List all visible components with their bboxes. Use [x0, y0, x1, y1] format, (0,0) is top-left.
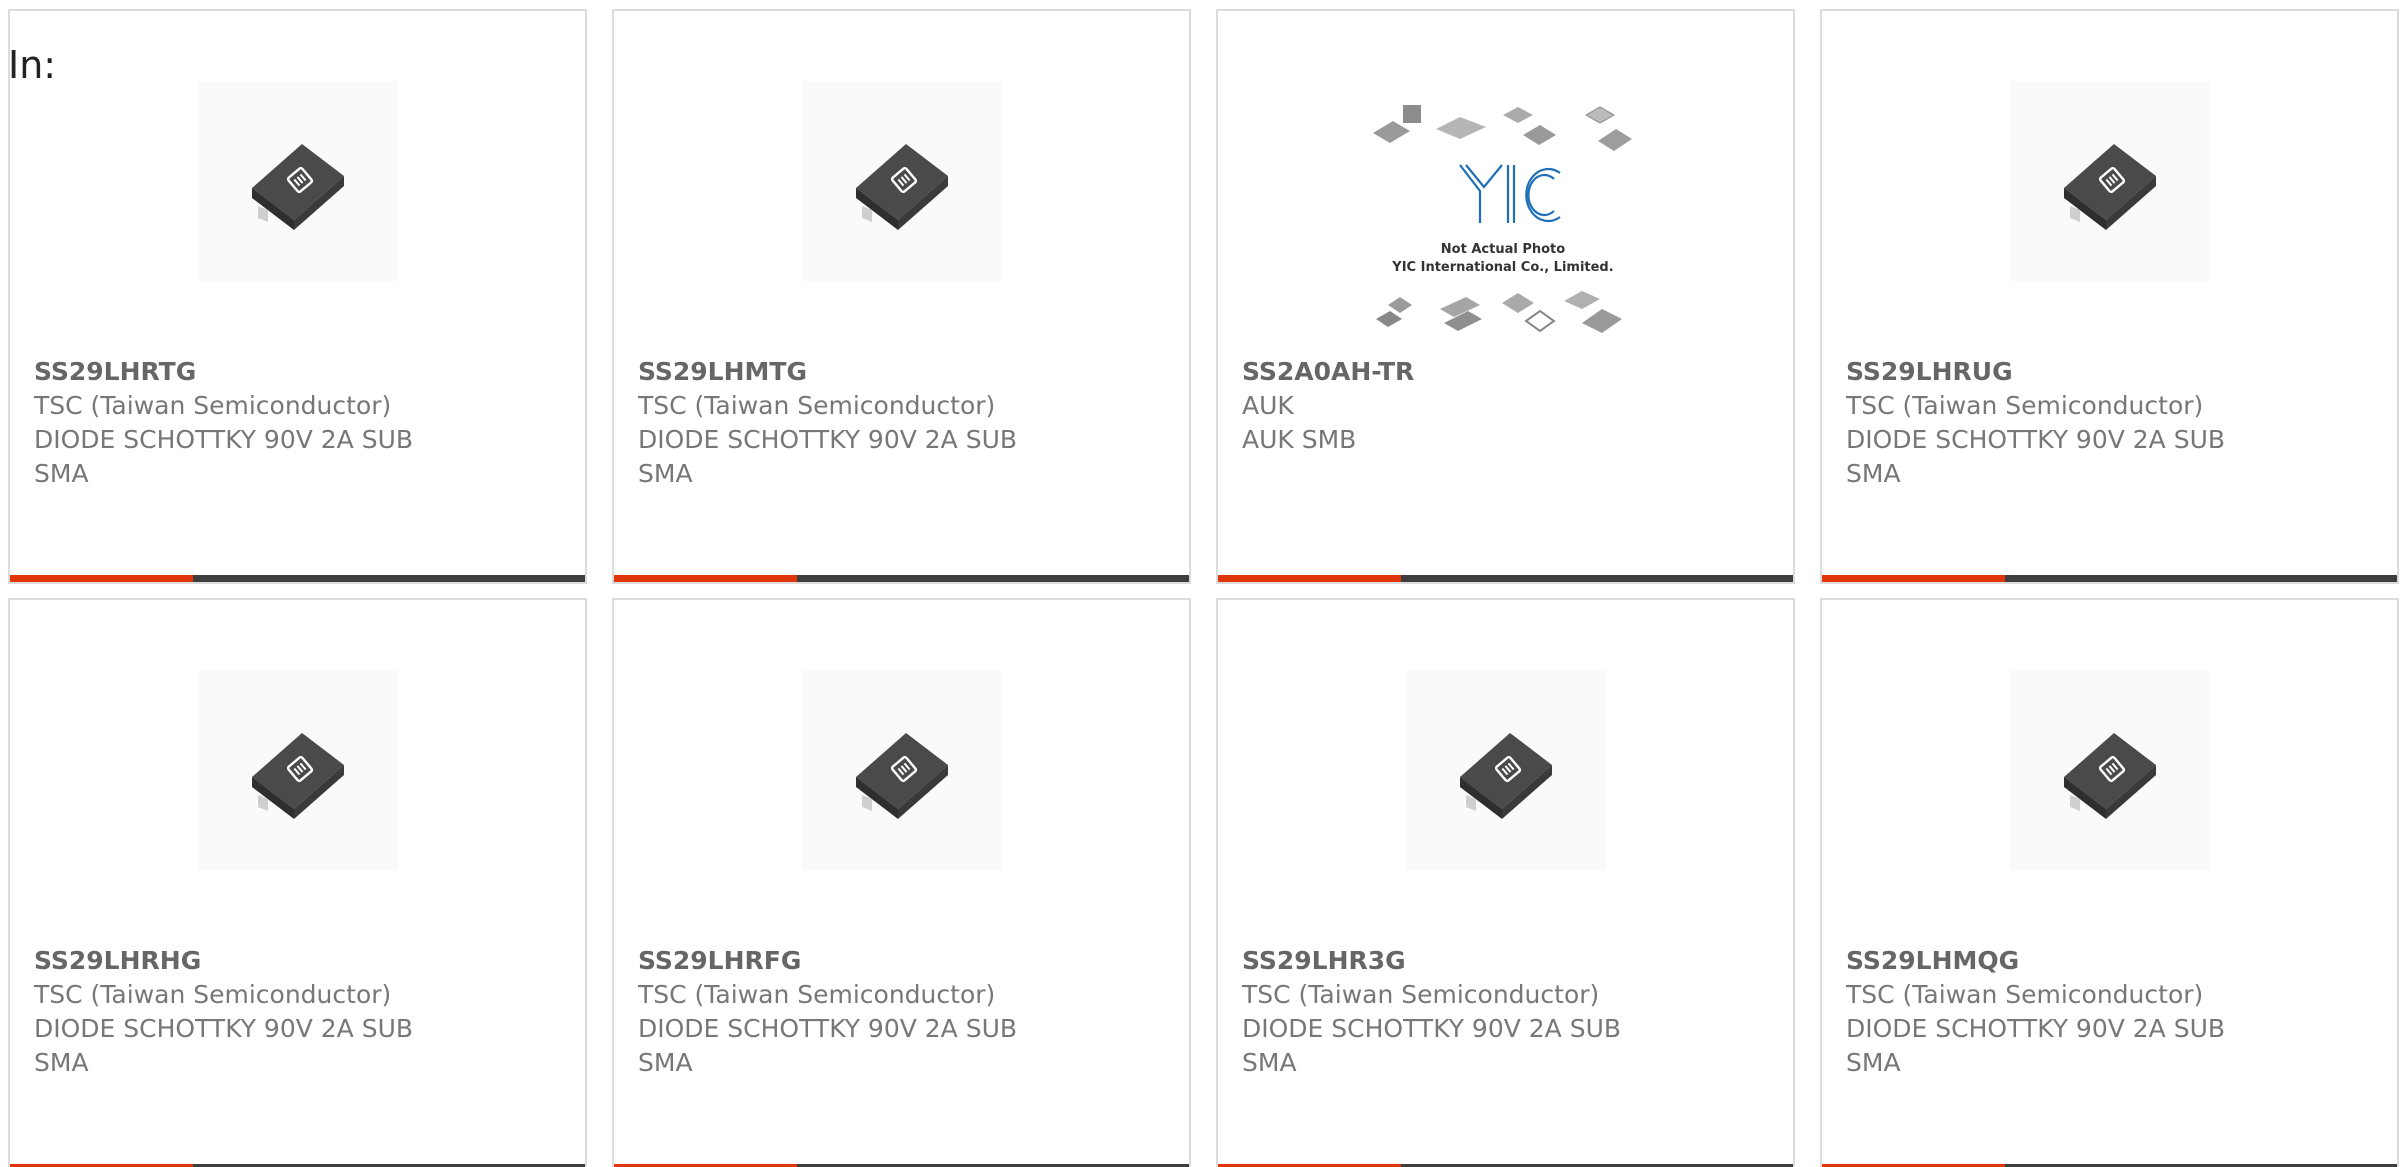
product-description: DIODE SCHOTTKY 90V 2A SUB SMA	[638, 1014, 1018, 1077]
manufacturer-name: TSC (Taiwan Semiconductor)	[638, 980, 996, 1009]
product-info: SS29LHMTG TSC (Taiwan Semiconductor) DIO…	[638, 355, 1169, 491]
product-image[interactable]	[1406, 670, 1606, 870]
product-info: SS29LHRTG TSC (Taiwan Semiconductor) DIO…	[34, 355, 565, 491]
part-number-link[interactable]: SS29LHMTG	[638, 355, 1169, 389]
card-footer-bar	[614, 575, 1189, 582]
product-description: DIODE SCHOTTKY 90V 2A SUB SMA	[1846, 425, 2226, 488]
product-image[interactable]	[2010, 81, 2210, 281]
card-footer-bar	[1822, 575, 2397, 582]
diode-package-icon	[252, 733, 344, 819]
product-description: DIODE SCHOTTKY 90V 2A SUB SMA	[638, 425, 1018, 488]
yic-logo	[1459, 164, 1561, 223]
part-number-link[interactable]: SS29LHRUG	[1846, 355, 2377, 389]
product-info: SS2A0AH-TR AUK AUK SMB	[1242, 355, 1773, 457]
product-image[interactable]	[198, 81, 398, 281]
manufacturer-name: TSC (Taiwan Semiconductor)	[638, 391, 996, 420]
svg-text:YIC International Co., Limited: YIC International Co., Limited.	[1391, 260, 1613, 275]
part-number-link[interactable]: SS2A0AH-TR	[1242, 355, 1773, 389]
diode-package-icon	[252, 144, 344, 230]
product-card[interactable]: SS29LHR3G TSC (Taiwan Semiconductor) DIO…	[1216, 598, 1795, 1167]
product-grid: SS29LHRTG TSC (Taiwan Semiconductor) DIO…	[8, 9, 2399, 1167]
product-description: DIODE SCHOTTKY 90V 2A SUB SMA	[34, 1014, 414, 1077]
product-card[interactable]: SS29LHMQG TSC (Taiwan Semiconductor) DIO…	[1820, 598, 2399, 1167]
manufacturer-name: AUK	[1242, 391, 1294, 420]
part-number-link[interactable]: SS29LHR3G	[1242, 944, 1773, 978]
part-number-link[interactable]: SS29LHRTG	[34, 355, 565, 389]
filter-label: In:	[8, 43, 57, 87]
manufacturer-name: TSC (Taiwan Semiconductor)	[1846, 980, 2204, 1009]
card-footer-accent	[10, 575, 193, 582]
card-footer-bar	[10, 575, 585, 582]
diode-package-icon	[2064, 144, 2156, 230]
product-card[interactable]: SS29LHRHG TSC (Taiwan Semiconductor) DIO…	[8, 598, 587, 1167]
product-card[interactable]: SS29LHMTG TSC (Taiwan Semiconductor) DIO…	[612, 9, 1191, 584]
part-number-link[interactable]: SS29LHRFG	[638, 944, 1169, 978]
product-listing-page: SS29LHRTG TSC (Taiwan Semiconductor) DIO…	[0, 0, 2403, 1167]
product-description: DIODE SCHOTTKY 90V 2A SUB SMA	[1846, 1014, 2226, 1077]
card-footer-bar	[1218, 575, 1793, 582]
diode-package-icon	[856, 144, 948, 230]
product-info: SS29LHRHG TSC (Taiwan Semiconductor) DIO…	[34, 944, 565, 1080]
product-card[interactable]: SS29LHRTG TSC (Taiwan Semiconductor) DIO…	[8, 9, 587, 584]
part-number-link[interactable]: SS29LHMQG	[1846, 944, 2377, 978]
product-description: DIODE SCHOTTKY 90V 2A SUB SMA	[1242, 1014, 1622, 1077]
product-info: SS29LHRUG TSC (Taiwan Semiconductor) DIO…	[1846, 355, 2377, 491]
product-info: SS29LHRFG TSC (Taiwan Semiconductor) DIO…	[638, 944, 1169, 1080]
product-card[interactable]: Not Actual Photo YIC International Co., …	[1216, 9, 1795, 584]
manufacturer-name: TSC (Taiwan Semiconductor)	[34, 980, 392, 1009]
product-image[interactable]	[2010, 670, 2210, 870]
product-image[interactable]	[802, 670, 1002, 870]
product-info: SS29LHR3G TSC (Taiwan Semiconductor) DIO…	[1242, 944, 1773, 1080]
diode-package-icon	[1460, 733, 1552, 819]
product-description: AUK SMB	[1242, 425, 1357, 454]
product-description: DIODE SCHOTTKY 90V 2A SUB SMA	[34, 425, 414, 488]
product-card[interactable]: SS29LHRFG TSC (Taiwan Semiconductor) DIO…	[612, 598, 1191, 1167]
part-number-link[interactable]: SS29LHRHG	[34, 944, 565, 978]
card-footer-accent	[1218, 575, 1401, 582]
manufacturer-name: TSC (Taiwan Semiconductor)	[1242, 980, 1600, 1009]
manufacturer-name: TSC (Taiwan Semiconductor)	[1846, 391, 2204, 420]
product-image[interactable]	[198, 670, 398, 870]
manufacturer-name: TSC (Taiwan Semiconductor)	[34, 391, 392, 420]
product-image[interactable]: Not Actual Photo YIC International Co., …	[1368, 93, 1638, 343]
product-info: SS29LHMQG TSC (Taiwan Semiconductor) DIO…	[1846, 944, 2377, 1080]
product-image[interactable]	[802, 81, 1002, 281]
product-card[interactable]: SS29LHRUG TSC (Taiwan Semiconductor) DIO…	[1820, 9, 2399, 584]
card-footer-accent	[614, 575, 797, 582]
svg-text:Not Actual Photo: Not Actual Photo	[1441, 242, 1565, 257]
card-footer-accent	[1822, 575, 2005, 582]
diode-package-icon	[2064, 733, 2156, 819]
placeholder-photo: Not Actual Photo YIC International Co., …	[1373, 105, 1632, 333]
diode-package-icon	[856, 733, 948, 819]
